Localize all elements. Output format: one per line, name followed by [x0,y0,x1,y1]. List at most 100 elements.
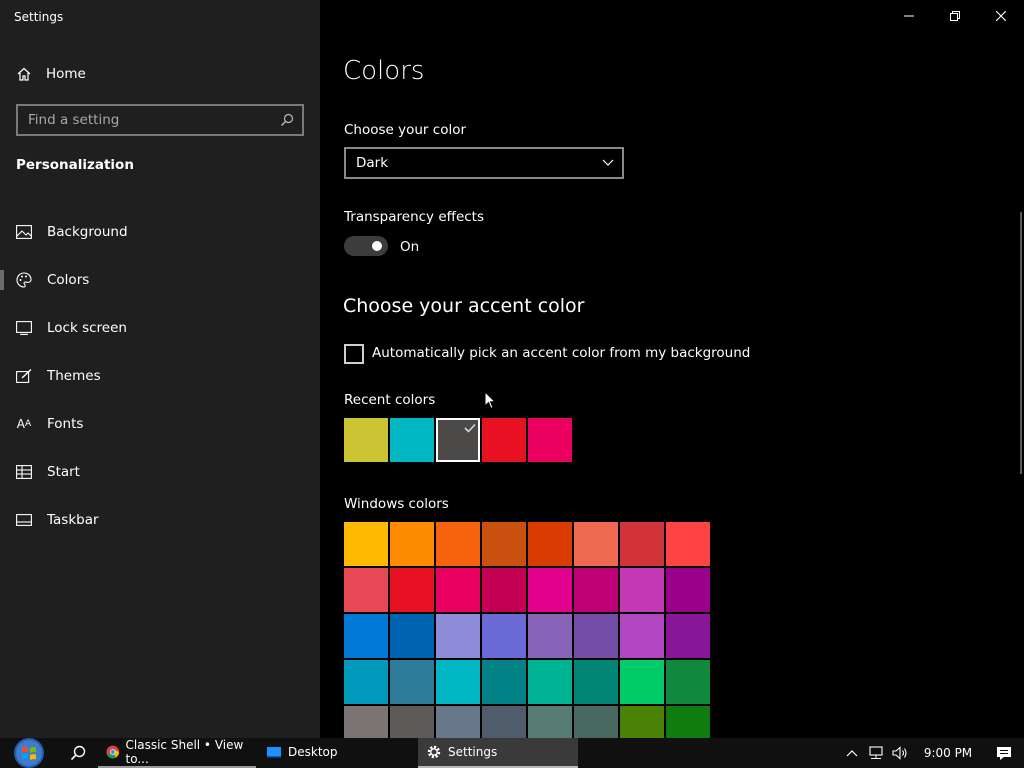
close-button[interactable] [978,0,1024,32]
color-swatch[interactable] [390,706,434,738]
sidebar-item-colors[interactable]: Colors [0,256,320,304]
color-swatch[interactable] [482,706,526,738]
search-icon [70,745,86,761]
color-swatch[interactable] [620,522,664,566]
color-swatch[interactable] [574,568,618,612]
color-swatch[interactable] [344,660,388,704]
color-swatch[interactable] [390,418,434,462]
network-icon [869,746,883,759]
color-swatch[interactable] [574,614,618,658]
color-swatch[interactable] [528,522,572,566]
network-button[interactable] [864,738,888,768]
sidebar-item-themes[interactable]: Themes [0,352,320,400]
taskbar-app-label: Settings [448,745,498,759]
page-title: Colors [343,56,425,86]
color-swatch[interactable] [436,614,480,658]
transparency-label: Transparency effects [344,209,484,225]
show-hidden-icons-button[interactable] [840,738,864,768]
search-input[interactable] [28,112,280,128]
sidebar-item-lock-screen[interactable]: Lock screen [0,304,320,352]
choose-color-label: Choose your color [344,122,467,138]
auto-accent-label[interactable]: Automatically pick an accent color from … [372,345,750,361]
taskbar-app-chrome[interactable]: Classic Shell • View to... [98,738,256,768]
color-swatch[interactable] [574,706,618,738]
sidebar-item-fonts[interactable]: AA Fonts [0,400,320,448]
color-swatch[interactable] [666,706,710,738]
color-swatch[interactable] [666,522,710,566]
color-swatch[interactable] [482,660,526,704]
settings-sidebar: Settings Home Personalization Background… [0,0,320,738]
color-swatch[interactable] [574,660,618,704]
font-icon: AA [16,417,32,431]
scrollbar[interactable] [1020,212,1022,474]
color-swatch[interactable] [620,660,664,704]
color-swatch[interactable] [482,418,526,462]
windows-colors-grid [344,522,710,738]
color-swatch[interactable] [436,706,480,738]
color-swatch[interactable] [666,568,710,612]
taskbar-search-button[interactable] [58,738,98,768]
color-swatch[interactable] [390,660,434,704]
color-swatch[interactable] [482,614,526,658]
taskbar-app-desktop[interactable]: Desktop [258,738,418,768]
color-swatch[interactable] [528,706,572,738]
color-swatch[interactable] [482,568,526,612]
start-button[interactable] [0,738,58,768]
volume-button[interactable] [888,738,912,768]
color-swatch[interactable] [344,418,388,462]
sidebar-item-label: Lock screen [47,320,127,336]
sidebar-item-start[interactable]: Start [0,448,320,496]
search-icon[interactable] [280,113,294,127]
action-center-button[interactable] [984,738,1024,768]
section-heading: Personalization [16,157,134,173]
recent-colors-grid [344,418,572,462]
color-swatch[interactable] [344,706,388,738]
color-swatch[interactable] [436,568,480,612]
auto-accent-checkbox[interactable] [344,344,364,364]
sidebar-item-background[interactable]: Background [0,208,320,256]
mouse-cursor-icon [484,391,496,410]
taskbar: Classic Shell • View to... Desktop Setti… [0,738,1024,768]
sidebar-item-taskbar[interactable]: Taskbar [0,496,320,544]
taskbar-app-settings[interactable]: Settings [418,738,578,768]
minimize-button[interactable] [886,0,932,32]
sidebar-item-label: Start [47,464,80,480]
color-swatch[interactable] [528,418,572,462]
color-swatch[interactable] [482,522,526,566]
home-icon [17,67,31,81]
color-swatch[interactable] [436,522,480,566]
color-swatch[interactable] [390,568,434,612]
sidebar-item-label: Fonts [47,416,84,432]
color-swatch[interactable] [344,614,388,658]
color-swatch[interactable] [666,614,710,658]
color-swatch[interactable] [344,568,388,612]
color-swatch[interactable] [390,614,434,658]
color-swatch[interactable] [620,568,664,612]
color-swatch[interactable] [666,660,710,704]
color-swatch[interactable] [620,706,664,738]
color-swatch[interactable] [528,568,572,612]
picture-icon [16,224,32,240]
color-swatch[interactable] [390,522,434,566]
color-swatch-selected[interactable] [436,418,480,462]
color-swatch[interactable] [528,660,572,704]
restore-button[interactable] [932,0,978,32]
transparency-state: On [400,239,420,255]
start-icon [16,464,32,480]
sidebar-item-label: Taskbar [47,512,99,528]
close-icon [996,11,1006,21]
clock[interactable]: 9:00 PM [912,738,984,768]
color-swatch[interactable] [620,614,664,658]
color-swatch[interactable] [574,522,618,566]
choose-color-dropdown[interactable]: Dark [344,147,624,179]
chrome-icon [106,745,120,759]
checkmark-icon [464,423,476,433]
search-box[interactable] [16,104,304,136]
color-swatch[interactable] [528,614,572,658]
home-link[interactable]: Home [16,62,86,86]
color-swatch[interactable] [344,522,388,566]
speaker-icon [892,746,907,760]
transparency-toggle[interactable] [344,236,388,256]
color-swatch[interactable] [436,660,480,704]
sidebar-nav: Background Colors Lock screen Themes AA … [0,208,320,544]
